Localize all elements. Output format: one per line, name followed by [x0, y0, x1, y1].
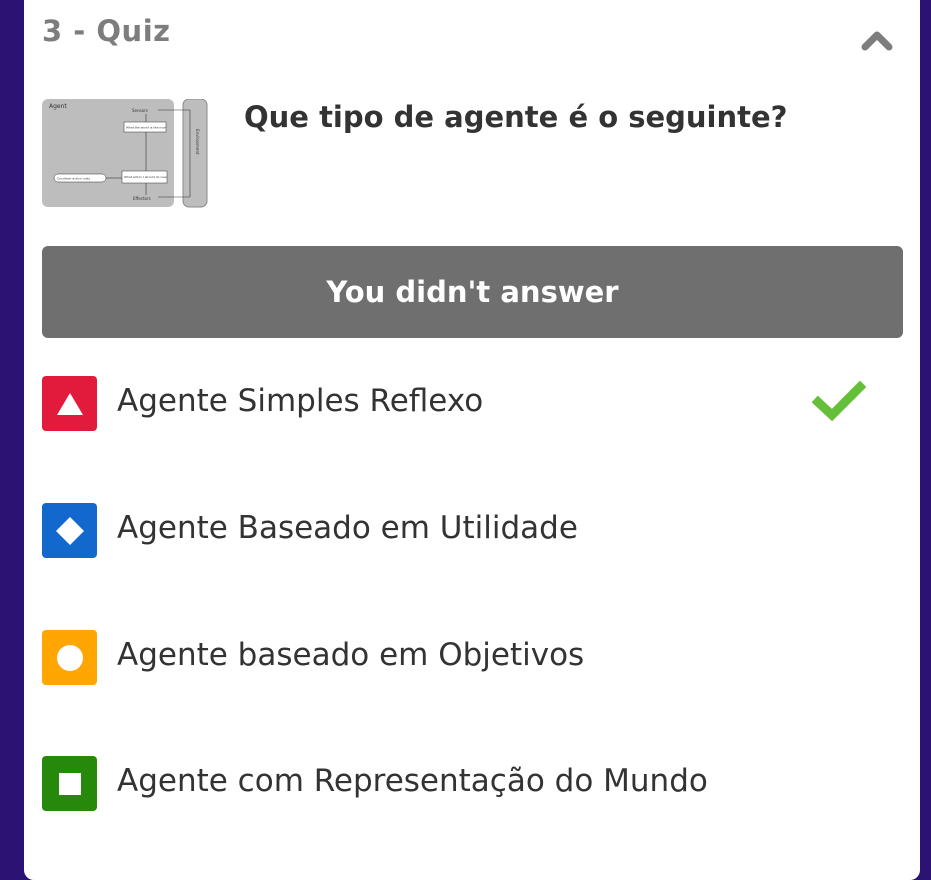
diagram-rules-label: Condition-action rules — [57, 177, 90, 181]
circle-icon — [56, 644, 83, 671]
diagram-action-label: What action I should do now — [124, 175, 167, 179]
agent-diagram: Agent Sensors What the world is like now… — [42, 98, 208, 208]
question-image[interactable]: Agent Sensors What the world is like now… — [42, 98, 208, 209]
answer-label: Agente baseado em Objetivos — [117, 637, 585, 673]
collapse-button[interactable] — [856, 22, 898, 58]
diagram-agent-label: Agent — [49, 103, 67, 110]
square-icon — [58, 772, 81, 795]
answer-3-shape — [42, 630, 97, 685]
diagram-sensors-label: Sensors — [132, 108, 148, 113]
answer-option-4[interactable]: Agente com Representação do Mundo — [42, 756, 882, 812]
answer-option-1[interactable]: Agente Simples Reflexo — [42, 376, 882, 432]
diagram-effectors-label: Effectors — [133, 196, 151, 201]
checkmark-icon — [812, 380, 866, 422]
quiz-title: 3 - Quiz — [42, 14, 171, 48]
triangle-icon — [56, 392, 83, 415]
diagram-environment-label: Environment — [195, 129, 200, 155]
answer-2-shape — [42, 503, 97, 558]
answer-1-shape — [42, 376, 97, 431]
answer-label: Agente Simples Reflexo — [117, 383, 484, 419]
status-banner: You didn't answer — [42, 246, 903, 338]
answer-label: Agente Baseado em Utilidade — [117, 510, 578, 546]
answer-4-shape — [42, 756, 97, 811]
diamond-icon — [55, 516, 84, 545]
answer-option-3[interactable]: Agente baseado em Objetivos — [42, 630, 882, 686]
quiz-card: 3 - Quiz Agent Sensors What the world is… — [24, 0, 920, 880]
chevron-up-icon — [861, 31, 893, 51]
question-text: Que tipo de agente é o seguinte? — [244, 100, 788, 134]
answer-label: Agente com Representação do Mundo — [117, 763, 708, 799]
answer-option-2[interactable]: Agente Baseado em Utilidade — [42, 503, 882, 559]
diagram-world-label: What the world is like now — [126, 126, 166, 130]
